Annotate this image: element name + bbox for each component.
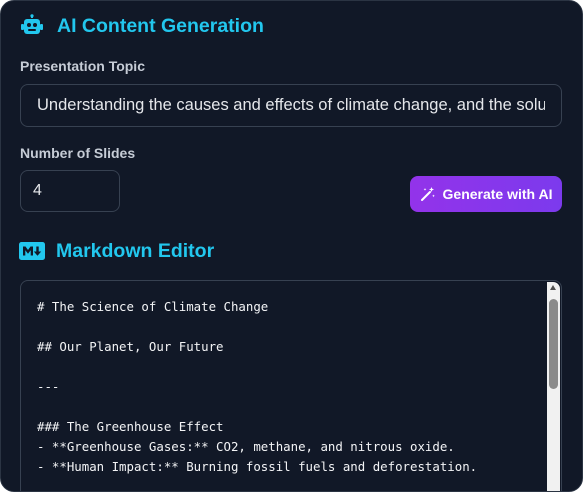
topic-input[interactable] — [20, 84, 562, 127]
ai-generation-panel: AI Content Generation Presentation Topic… — [0, 0, 583, 492]
markdown-section-header: Markdown Editor — [19, 238, 214, 264]
scroll-up-arrow-icon[interactable] — [550, 285, 556, 290]
slides-label: Number of Slides — [20, 145, 136, 161]
ai-section-title: AI Content Generation — [57, 14, 264, 37]
topic-label: Presentation Topic — [20, 58, 145, 74]
markdown-section-title: Markdown Editor — [56, 239, 215, 262]
markdown-icon — [19, 238, 45, 264]
robot-icon — [19, 13, 45, 39]
markdown-editor[interactable]: # The Science of Climate Change ## Our P… — [20, 280, 562, 491]
ai-section-header: AI Content Generation — [19, 13, 264, 39]
markdown-editor-content[interactable]: # The Science of Climate Change ## Our P… — [37, 297, 542, 477]
magic-wand-icon — [420, 186, 436, 202]
scrollbar-thumb[interactable] — [549, 299, 558, 389]
slides-count-input[interactable] — [20, 170, 120, 212]
generate-with-ai-button[interactable]: Generate with AI — [410, 176, 562, 212]
generate-button-label: Generate with AI — [442, 186, 553, 202]
editor-scrollbar[interactable] — [547, 282, 560, 491]
